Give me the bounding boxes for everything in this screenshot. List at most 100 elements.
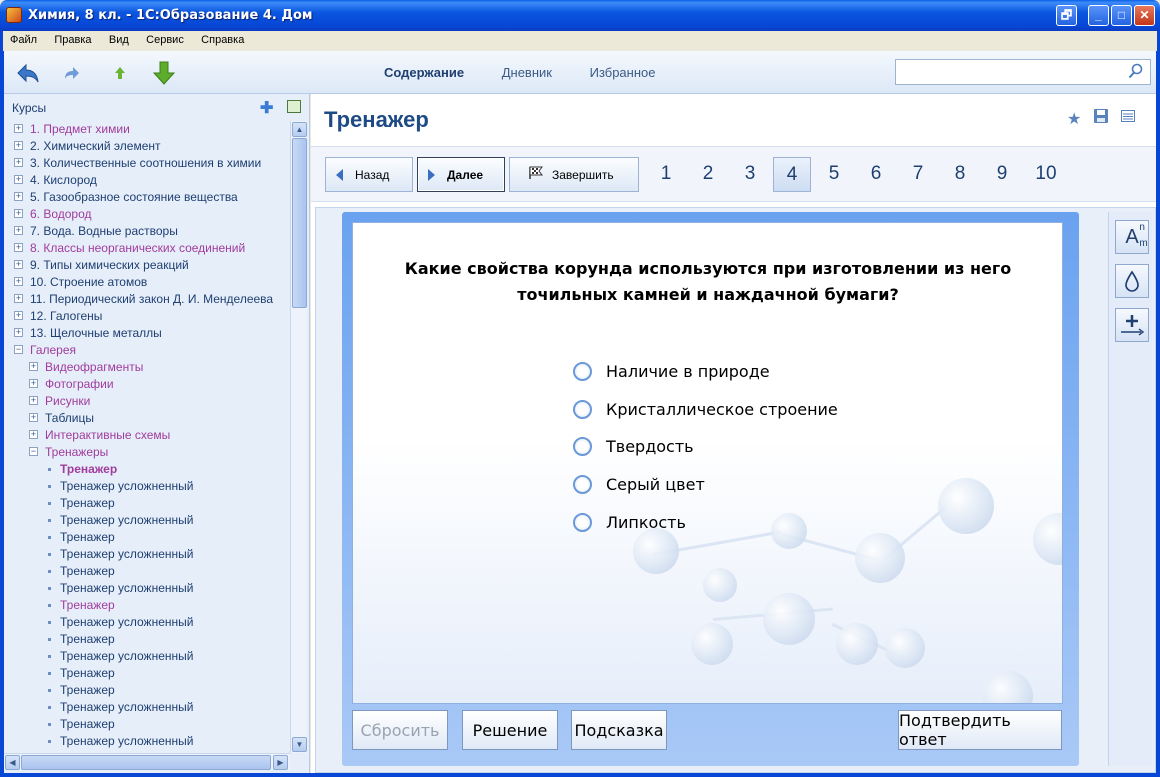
tree-item[interactable]: +10. Строение атомов [4, 274, 290, 291]
confirm-answer-button[interactable]: Подтвердить ответ [898, 710, 1062, 750]
tree-item[interactable]: Тренажер [4, 597, 290, 614]
tree-item[interactable]: +1. Предмет химии [4, 121, 290, 138]
expand-icon[interactable]: + [14, 226, 23, 235]
page-number-3[interactable]: 3 [731, 157, 769, 192]
answer-option[interactable]: Кристаллическое строение [573, 391, 838, 429]
expand-icon[interactable]: + [14, 277, 23, 286]
superscript-subscript-icon[interactable]: Anm [1115, 220, 1149, 254]
drop-icon[interactable] [1115, 264, 1149, 298]
reset-button[interactable]: Сбросить [352, 710, 448, 750]
tree-item[interactable]: + Рисунки [4, 393, 290, 410]
page-number-7[interactable]: 7 [899, 157, 937, 192]
answer-option[interactable]: Наличие в природе [573, 353, 838, 391]
nav-contents[interactable]: Содержание [384, 65, 464, 80]
page-number-8[interactable]: 8 [941, 157, 979, 192]
tree-item[interactable]: +6. Водород [4, 206, 290, 223]
tree-item[interactable]: +12. Галогены [4, 308, 290, 325]
tree-item[interactable]: +13. Щелочные металлы [4, 325, 290, 342]
maximize-button[interactable]: □ [1111, 5, 1132, 26]
expand-icon[interactable]: + [14, 192, 23, 201]
expand-icon[interactable]: + [29, 379, 38, 388]
tree-item[interactable]: Тренажер усложненный [4, 614, 290, 631]
expand-icon[interactable]: + [14, 260, 23, 269]
expand-icon[interactable]: + [14, 124, 23, 133]
tree-item[interactable]: + Таблицы [4, 410, 290, 427]
up-arrow-icon[interactable] [108, 61, 132, 85]
expand-icon[interactable]: + [14, 209, 23, 218]
answer-option[interactable]: Твердость [573, 428, 838, 466]
radio-button[interactable] [573, 362, 592, 382]
tree-item[interactable]: + Видеофрагменты [4, 359, 290, 376]
page-number-6[interactable]: 6 [857, 157, 895, 192]
page-number-10[interactable]: 10 [1027, 157, 1065, 192]
expand-icon[interactable]: + [14, 175, 23, 184]
menu-edit[interactable]: Правка [47, 31, 98, 46]
export-icon[interactable] [287, 100, 301, 113]
close-button[interactable]: ✕ [1134, 5, 1155, 26]
expand-icon[interactable]: + [29, 413, 38, 422]
back-button[interactable]: Назад [325, 157, 413, 192]
restore-window-button[interactable]: 🗗 [1056, 5, 1077, 26]
menu-file[interactable]: Файл [3, 31, 44, 46]
finish-button[interactable]: Завершить [509, 157, 639, 192]
minimize-button[interactable]: _ [1088, 5, 1109, 26]
collapse-icon[interactable]: − [14, 345, 23, 354]
tree-item[interactable]: Тренажер усложненный [4, 478, 290, 495]
tree-item[interactable]: +11. Периодический закон Д. И. Менделеев… [4, 291, 290, 308]
radio-button[interactable] [573, 512, 592, 532]
expand-icon[interactable]: + [14, 294, 23, 303]
expand-icon[interactable]: + [29, 430, 38, 439]
tree-item[interactable]: Тренажер [4, 631, 290, 648]
tree-item[interactable]: Тренажер [4, 495, 290, 512]
add-icon[interactable]: ✚ [260, 98, 273, 118]
list-icon[interactable] [1120, 108, 1138, 126]
tree-item[interactable]: Тренажер усложненный [4, 580, 290, 597]
forward-arrow-icon[interactable] [60, 61, 84, 85]
radio-button[interactable] [573, 475, 592, 495]
save-icon[interactable] [1093, 108, 1111, 126]
tree-item[interactable]: Тренажер [4, 529, 290, 546]
page-number-2[interactable]: 2 [689, 157, 727, 192]
reaction-arrow-icon[interactable] [1115, 308, 1149, 342]
nav-diary[interactable]: Дневник [502, 65, 552, 80]
tree-item[interactable]: +4. Кислород [4, 172, 290, 189]
tree-item[interactable]: Тренажер усложненный [4, 546, 290, 563]
menu-help[interactable]: Справка [194, 31, 251, 46]
menu-view[interactable]: Вид [102, 31, 136, 46]
search-icon[interactable] [1128, 63, 1144, 79]
tree-item[interactable]: − Галерея [4, 342, 290, 359]
solution-button[interactable]: Решение [462, 710, 558, 750]
expand-icon[interactable]: + [14, 158, 23, 167]
tree-item[interactable]: Тренажер усложненный [4, 733, 290, 749]
page-number-5[interactable]: 5 [815, 157, 853, 192]
tree-item[interactable]: +7. Вода. Водные растворы [4, 223, 290, 240]
expand-icon[interactable]: + [14, 243, 23, 252]
page-number-4[interactable]: 4 [773, 157, 811, 192]
tree-item[interactable]: +2. Химический элемент [4, 138, 290, 155]
tree-horizontal-scrollbar[interactable]: ◀ ▶ [4, 753, 290, 770]
scroll-left-arrow-icon[interactable]: ◀ [5, 755, 20, 770]
nav-favorites[interactable]: Избранное [590, 65, 656, 80]
tree-item[interactable]: Тренажер [4, 716, 290, 733]
page-number-1[interactable]: 1 [647, 157, 685, 192]
search-input[interactable] [895, 59, 1151, 85]
tree-item[interactable]: Тренажер усложненный [4, 699, 290, 716]
tree-item[interactable]: +3. Количественные соотношения в химии [4, 155, 290, 172]
tree-item[interactable]: Тренажер [4, 682, 290, 699]
expand-icon[interactable]: + [14, 311, 23, 320]
scroll-down-arrow-icon[interactable]: ▼ [292, 737, 307, 752]
tree-item[interactable]: +9. Типы химических реакций [4, 257, 290, 274]
star-icon[interactable]: ★ [1067, 109, 1085, 128]
tree-item[interactable]: − Тренажеры [4, 444, 290, 461]
tree-item[interactable]: Тренажер [4, 665, 290, 682]
tree-item[interactable]: Тренажер [4, 461, 290, 478]
page-number-9[interactable]: 9 [983, 157, 1021, 192]
menu-service[interactable]: Сервис [139, 31, 191, 46]
answer-option[interactable]: Липкость [573, 503, 838, 541]
back-arrow-icon[interactable] [16, 61, 40, 85]
tree-item[interactable]: + Фотографии [4, 376, 290, 393]
scroll-up-arrow-icon[interactable]: ▲ [292, 122, 307, 137]
tree-item[interactable]: + Интерактивные схемы [4, 427, 290, 444]
expand-icon[interactable]: + [14, 141, 23, 150]
answer-option[interactable]: Серый цвет [573, 466, 838, 504]
